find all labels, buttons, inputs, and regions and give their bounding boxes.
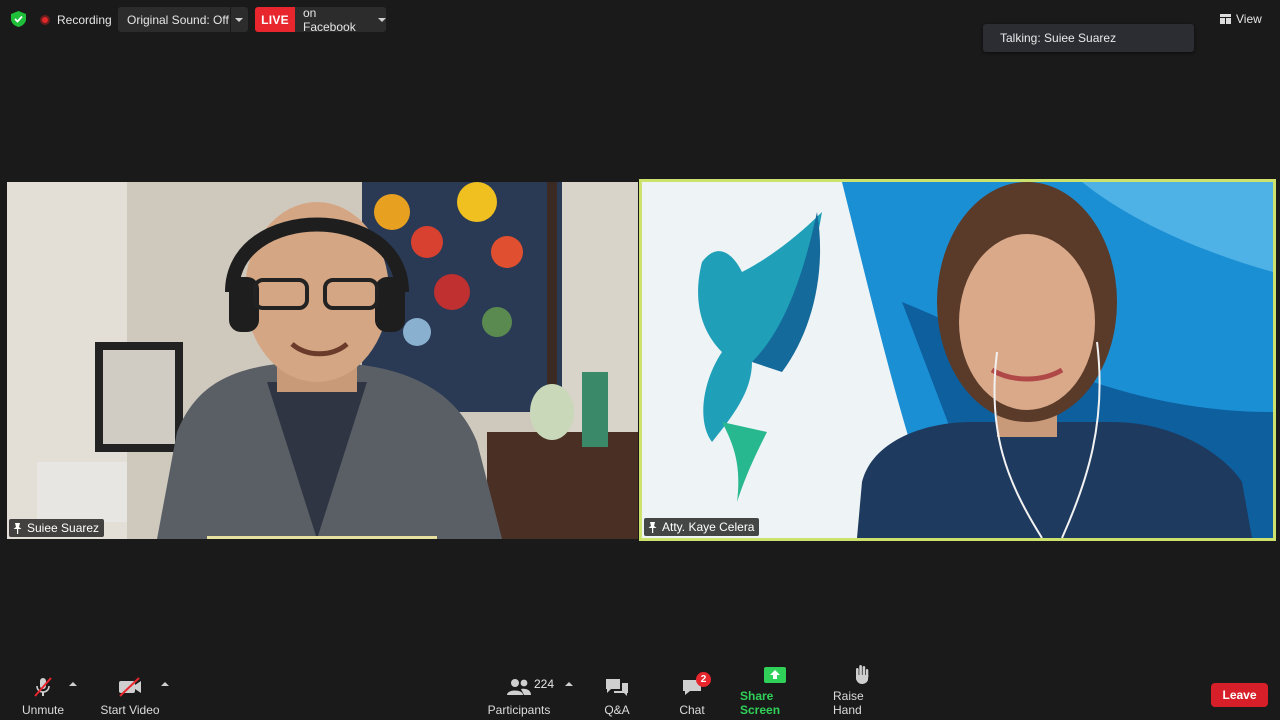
chevron-down-icon[interactable] [235,17,243,22]
live-target-dropdown[interactable]: on Facebook [295,5,386,34]
chat-unread-badge: 2 [696,672,711,687]
recording-dot-icon [40,14,50,25]
participant-name-tag: Suiee Suarez [9,519,105,537]
share-screen-button[interactable]: Share Screen [740,667,810,717]
share-screen-label: Share Screen [740,689,781,717]
raise-hand-button[interactable]: Raise Hand [833,665,891,717]
video-tile-suiee-suarez[interactable]: Suiee Suarez [7,182,638,539]
unmute-label: Unmute [21,703,65,717]
raise-hand-label: Raise Hand [833,689,864,717]
participant-name: Suiee Suarez [27,521,100,535]
live-target-label: on Facebook [303,5,356,34]
video-tile-kaye-celera[interactable]: Atty. Kaye Celera [639,179,1276,541]
recording-label: Recording [57,12,112,27]
qa-button[interactable]: Q&A [600,673,634,717]
participant-video [642,182,1273,538]
raise-hand-icon [856,665,869,684]
original-sound-button[interactable]: Original Sound: Off [118,7,248,32]
participants-label: Participants [487,703,551,717]
talking-indicator: Talking: Suiee Suarez [983,24,1194,52]
qa-label: Q&A [604,703,630,717]
original-sound-label: Original Sound: Off [127,12,229,27]
unmute-button[interactable]: Unmute [18,673,68,717]
mic-muted-icon [34,677,52,697]
chevron-down-icon [378,17,386,22]
start-video-button[interactable]: Start Video [100,673,160,717]
video-options-caret[interactable] [161,682,169,686]
start-video-label: Start Video [100,703,160,717]
recording-indicator[interactable]: Recording [40,9,112,30]
chat-label: Chat [679,703,705,717]
participant-name-tag: Atty. Kaye Celera [644,518,760,536]
divider [230,7,231,32]
participant-name: Atty. Kaye Celera [662,520,755,534]
qa-icon [606,679,628,696]
share-screen-icon [764,667,786,683]
pin-icon [13,522,22,534]
live-badge: LIVE [255,7,295,32]
view-grid-icon [1220,14,1231,24]
video-off-icon [119,677,141,697]
shield-icon[interactable] [11,11,26,27]
meeting-window: Recording Original Sound: Off LIVE on Fa… [0,0,1280,720]
participant-video [7,182,638,539]
audio-options-caret[interactable] [69,682,77,686]
view-label: View [1236,12,1262,26]
leave-button[interactable]: Leave [1211,683,1268,707]
audio-level-bar [207,536,437,539]
participants-icon [507,679,531,695]
view-button[interactable]: View [1220,9,1272,29]
participants-count: 224 [534,677,555,691]
participants-options-caret[interactable] [565,682,573,686]
pin-icon [648,521,657,533]
